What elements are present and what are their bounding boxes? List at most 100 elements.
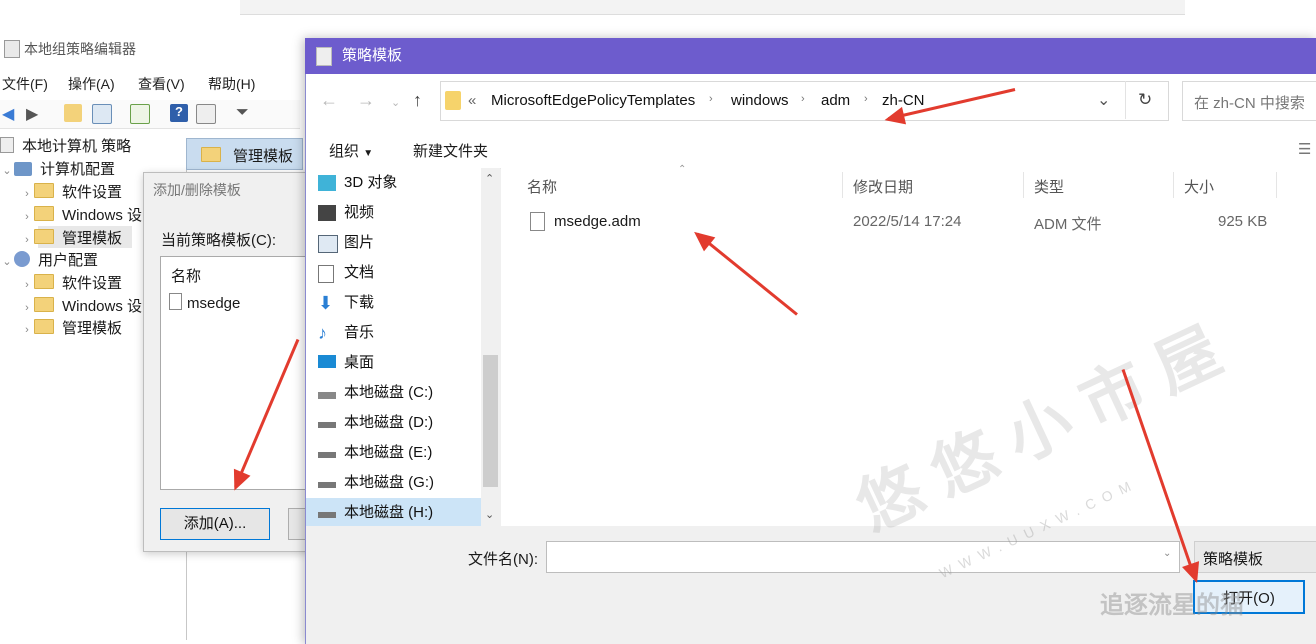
refresh-icon[interactable]: ↻	[1138, 90, 1152, 110]
tree-user-label: 用户配置	[38, 252, 99, 269]
column-separator[interactable]	[1023, 172, 1024, 198]
tree-user-windows[interactable]: › Windows 设	[20, 296, 142, 318]
organize-button[interactable]: 组织 ▼	[329, 140, 373, 161]
column-header-name[interactable]: 名称	[527, 176, 557, 197]
nav-item-drive-c[interactable]: 本地磁盘 (C:)	[318, 378, 433, 408]
column-separator[interactable]	[1276, 172, 1277, 198]
tree-user-admin-templates[interactable]: › 管理模板	[20, 318, 122, 340]
export-list-icon[interactable]	[130, 104, 150, 124]
chevron-right-icon[interactable]: ›	[20, 297, 34, 319]
tree-user-software[interactable]: › 软件设置	[20, 273, 122, 295]
filetype-select[interactable]: 策略模板	[1194, 541, 1316, 573]
column-header-size[interactable]: 大小	[1184, 176, 1214, 197]
menu-action[interactable]: 操作(A)	[68, 74, 115, 94]
menu-file[interactable]: 文件(F)	[2, 74, 48, 94]
up-arrow-icon[interactable]: ↑	[413, 90, 422, 111]
breadcrumb-item[interactable]: adm	[821, 92, 850, 109]
tree-item-label: 管理模板	[62, 320, 123, 337]
forward-icon[interactable]: ▶	[26, 104, 44, 123]
nav-item-downloads[interactable]: ⬇ 下载	[318, 288, 375, 318]
list-header-name[interactable]: 名称	[171, 265, 201, 286]
brand-watermark: 追逐流星的猫	[1100, 592, 1244, 619]
breadcrumb-item[interactable]: zh-CN	[882, 92, 925, 109]
templates-list[interactable]: 名称 msedge	[160, 256, 312, 490]
nav-item-drive-h[interactable]: 本地磁盘 (H:)	[318, 498, 433, 528]
scroll-up-icon[interactable]: ⌃	[485, 172, 494, 185]
address-dropdown-icon[interactable]: ⌄	[1097, 90, 1110, 110]
tree-computer-admin-templates[interactable]: › 管理模板	[20, 228, 122, 250]
add-remove-title: 添加/删除模板	[153, 182, 241, 198]
recent-dropdown-icon[interactable]: ⌄	[391, 96, 400, 109]
menu-help[interactable]: 帮助(H)	[208, 74, 255, 94]
chevron-right-icon[interactable]: ›	[20, 183, 34, 205]
windows-drive-icon	[318, 392, 336, 399]
nav-item-music[interactable]: ♪ 音乐	[318, 318, 374, 348]
breadcrumb-item[interactable]: MicrosoftEdgePolicyTemplates	[491, 92, 695, 109]
chevron-right-icon[interactable]: ›	[20, 319, 34, 341]
filter-icon[interactable]: ⏷	[236, 104, 254, 122]
3d-objects-icon	[318, 175, 336, 191]
nav-item-3d-objects[interactable]: 3D 对象	[318, 168, 397, 198]
view-options-icon[interactable]: ☰	[1298, 140, 1311, 158]
nav-scrollbar-thumb[interactable]	[483, 355, 498, 487]
tree-computer-config[interactable]: ⌄ 计算机配置	[0, 159, 115, 181]
list-item-label: msedge	[187, 295, 241, 312]
scroll-down-icon[interactable]: ⌄	[485, 508, 494, 521]
tree-computer-software[interactable]: › 软件设置	[20, 182, 122, 204]
nav-item-documents[interactable]: 文档	[318, 258, 375, 288]
tree-user-config[interactable]: ⌄ 用户配置	[0, 250, 98, 272]
dialog-titlebar	[305, 38, 1316, 74]
filename-dropdown-icon[interactable]: ⌄	[1163, 548, 1171, 559]
file-row[interactable]: msedge.adm 2022/5/14 17:24 ADM 文件 925 KB	[520, 206, 1300, 238]
tree-root-label: 本地计算机 策略	[22, 138, 132, 155]
add-button[interactable]: 添加(A)...	[160, 508, 270, 540]
tree-item-label: Windows 设	[62, 207, 143, 224]
show-hide-tree-icon[interactable]	[92, 104, 112, 124]
breadcrumb-separator-icon[interactable]: ›	[801, 93, 805, 105]
folder-icon	[34, 274, 54, 289]
search-placeholder: 在 zh-CN 中搜索	[1194, 95, 1305, 112]
chevron-right-icon[interactable]: ›	[20, 274, 34, 296]
column-separator[interactable]	[1173, 172, 1174, 198]
nav-item-label: 下载	[344, 294, 375, 311]
document-icon	[318, 265, 334, 283]
menu-view[interactable]: 查看(V)	[138, 74, 185, 94]
breadcrumb-separator-icon[interactable]: ›	[864, 93, 868, 105]
breadcrumb-overflow[interactable]: «	[468, 92, 476, 109]
nav-item-video[interactable]: 视频	[318, 198, 375, 228]
up-folder-icon[interactable]	[64, 104, 82, 122]
nav-item-drive-g[interactable]: 本地磁盘 (G:)	[318, 468, 434, 498]
filename-label: 文件名(N):	[468, 551, 538, 568]
new-folder-button[interactable]: 新建文件夹	[413, 140, 488, 161]
breadcrumb-item[interactable]: windows	[731, 92, 789, 109]
column-header-modified[interactable]: 修改日期	[853, 176, 913, 197]
breadcrumb-separator-icon[interactable]: ›	[709, 93, 713, 105]
dropdown-arrow-icon: ▼	[363, 148, 374, 159]
column-header-type[interactable]: 类型	[1034, 176, 1064, 197]
chevron-down-icon[interactable]: ⌄	[0, 251, 14, 273]
nav-item-label: 桌面	[344, 354, 375, 371]
folder-icon	[34, 297, 54, 312]
nav-item-label: 视频	[344, 204, 375, 221]
sort-indicator-icon: ⌃	[678, 164, 687, 175]
list-item[interactable]: msedge	[169, 293, 240, 312]
back-arrow-icon[interactable]: ←	[320, 90, 338, 111]
nav-item-pictures[interactable]: 图片	[318, 228, 374, 258]
filename-input[interactable]	[546, 541, 1180, 573]
column-separator[interactable]	[842, 172, 843, 198]
chevron-right-icon[interactable]: ›	[20, 206, 34, 228]
policy-icon	[0, 137, 14, 153]
nav-item-drive-e[interactable]: 本地磁盘 (E:)	[318, 438, 432, 468]
chevron-down-icon[interactable]: ⌄	[0, 160, 14, 182]
help-icon[interactable]: ?	[170, 104, 188, 122]
forward-arrow-icon[interactable]: →	[357, 90, 375, 111]
chevron-right-icon[interactable]: ›	[20, 229, 34, 251]
nav-item-drive-d[interactable]: 本地磁盘 (D:)	[318, 408, 433, 438]
gpe-window-title: 本地组策略编辑器	[24, 41, 136, 57]
tree-root[interactable]: 本地计算机 策略	[0, 136, 131, 158]
tree-computer-windows[interactable]: › Windows 设	[20, 205, 142, 227]
properties-icon[interactable]	[196, 104, 216, 124]
nav-item-label: 文档	[344, 264, 375, 281]
back-icon[interactable]: ◀	[2, 104, 20, 123]
nav-item-desktop[interactable]: 桌面	[318, 348, 375, 378]
